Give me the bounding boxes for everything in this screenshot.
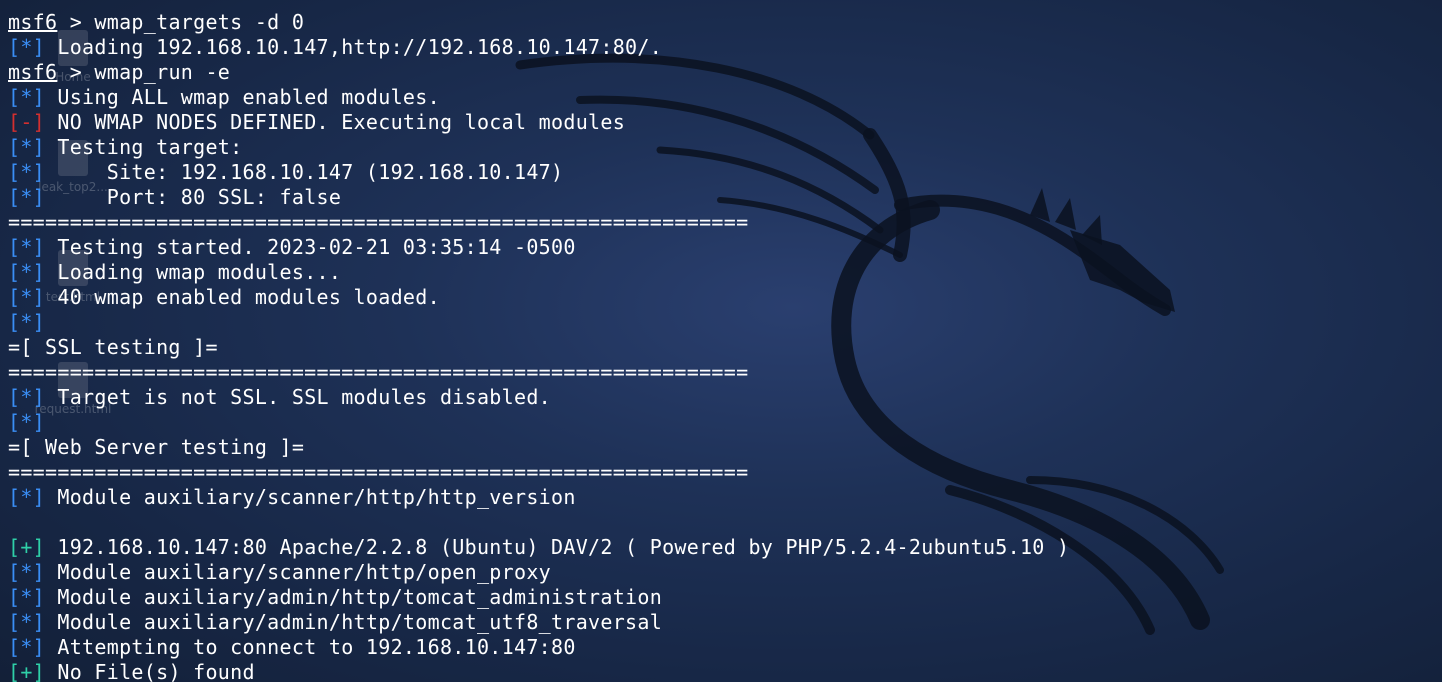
terminal-line: [*] Target is not SSL. SSL modules disab… — [8, 385, 1442, 410]
status-tag: [*] — [8, 135, 46, 159]
status-tag: [*] — [8, 485, 46, 509]
terminal-line-text: Loading wmap modules... — [45, 260, 342, 284]
status-tag: [*] — [8, 260, 46, 284]
terminal-line-text: Module auxiliary/admin/http/tomcat_admin… — [45, 585, 663, 609]
terminal-line-text: Attempting to connect to 192.168.10.147:… — [45, 635, 576, 659]
terminal-line-text: ========================================… — [8, 360, 749, 384]
msf-prompt: msf6 — [8, 10, 58, 34]
status-tag: [-] — [8, 110, 46, 134]
status-tag: [*] — [8, 635, 46, 659]
terminal-line: [*] Testing target: — [8, 135, 1442, 160]
terminal-line: [*] Module auxiliary/admin/http/tomcat_a… — [8, 585, 1442, 610]
terminal-line: [*] Attempting to connect to 192.168.10.… — [8, 635, 1442, 660]
terminal-line: ========================================… — [8, 360, 1442, 385]
terminal-line: [*] Site: 192.168.10.147 (192.168.10.147… — [8, 160, 1442, 185]
terminal-line: [*] — [8, 310, 1442, 335]
terminal-line: [*] — [8, 410, 1442, 435]
terminal-output[interactable]: msf6 > wmap_targets -d 0 [*] Loading 192.… — [8, 10, 1442, 682]
msf-prompt: msf6 — [8, 60, 58, 84]
terminal-line-text: Testing target: — [45, 135, 243, 159]
terminal-line: [*] 40 wmap enabled modules loaded. — [8, 285, 1442, 310]
terminal-line-text: ========================================… — [8, 460, 749, 484]
terminal-line: [*] Module auxiliary/admin/http/tomcat_u… — [8, 610, 1442, 635]
terminal-line: msf6 > wmap_targets -d 0 — [8, 10, 1442, 35]
terminal-line-text: No File(s) found — [45, 660, 255, 682]
terminal-line-text: NO WMAP NODES DEFINED. Executing local m… — [45, 110, 626, 134]
status-tag: [*] — [8, 560, 46, 584]
terminal-line: [*] Loading wmap modules... — [8, 260, 1442, 285]
terminal-line: [+] No File(s) found — [8, 660, 1442, 682]
terminal-line: =[ SSL testing ]= — [8, 335, 1442, 360]
terminal-line-text: Target is not SSL. SSL modules disabled. — [45, 385, 552, 409]
terminal-line-text: ========================================… — [8, 210, 749, 234]
status-tag: [*] — [8, 235, 46, 259]
terminal-line-text: Module auxiliary/scanner/http/open_proxy — [45, 560, 552, 584]
terminal-line: ========================================… — [8, 210, 1442, 235]
terminal-line: msf6 > wmap_run -e — [8, 60, 1442, 85]
terminal-line: [*] Using ALL wmap enabled modules. — [8, 85, 1442, 110]
terminal-line: [-] NO WMAP NODES DEFINED. Executing loc… — [8, 110, 1442, 135]
status-tag: [*] — [8, 35, 46, 59]
terminal-line-text: =[ SSL testing ]= — [8, 335, 218, 359]
terminal-line-text: Using ALL wmap enabled modules. — [45, 85, 440, 109]
terminal-line-text: Testing started. 2023-02-21 03:35:14 -05… — [45, 235, 576, 259]
terminal-line-text: Port: 80 SSL: false — [45, 185, 342, 209]
terminal-line-text: =[ Web Server testing ]= — [8, 435, 305, 459]
terminal-line: [*] Port: 80 SSL: false — [8, 185, 1442, 210]
status-tag: [*] — [8, 310, 46, 334]
terminal-line-text: Module auxiliary/admin/http/tomcat_utf8_… — [45, 610, 663, 634]
terminal-line: [*] Testing started. 2023-02-21 03:35:14… — [8, 235, 1442, 260]
status-tag: [*] — [8, 410, 46, 434]
terminal-line-text: Module auxiliary/scanner/http/http_versi… — [45, 485, 576, 509]
status-tag: [*] — [8, 185, 46, 209]
terminal-line: ========================================… — [8, 460, 1442, 485]
terminal-line-text: 40 wmap enabled modules loaded. — [45, 285, 440, 309]
status-tag: [*] — [8, 585, 46, 609]
terminal-line-text: > wmap_run -e — [57, 60, 231, 84]
terminal-line-text: 192.168.10.147:80 Apache/2.2.8 (Ubuntu) … — [45, 535, 1070, 559]
status-tag: [+] — [8, 660, 46, 682]
terminal-line: [*] Module auxiliary/scanner/http/open_p… — [8, 560, 1442, 585]
status-tag: [*] — [8, 160, 46, 184]
terminal-line-text: > wmap_targets -d 0 — [57, 10, 305, 34]
terminal-line: [+] 192.168.10.147:80 Apache/2.2.8 (Ubun… — [8, 535, 1442, 560]
terminal-line-text: Loading 192.168.10.147,http://192.168.10… — [45, 35, 663, 59]
status-tag: [*] — [8, 285, 46, 309]
status-tag: [+] — [8, 535, 46, 559]
status-tag: [*] — [8, 610, 46, 634]
terminal-line: [*] Module auxiliary/scanner/http/http_v… — [8, 485, 1442, 510]
terminal-line: [*] Loading 192.168.10.147,http://192.16… — [8, 35, 1442, 60]
terminal-line: =[ Web Server testing ]= — [8, 435, 1442, 460]
terminal-line-text: Site: 192.168.10.147 (192.168.10.147) — [45, 160, 564, 184]
status-tag: [*] — [8, 85, 46, 109]
status-tag: [*] — [8, 385, 46, 409]
